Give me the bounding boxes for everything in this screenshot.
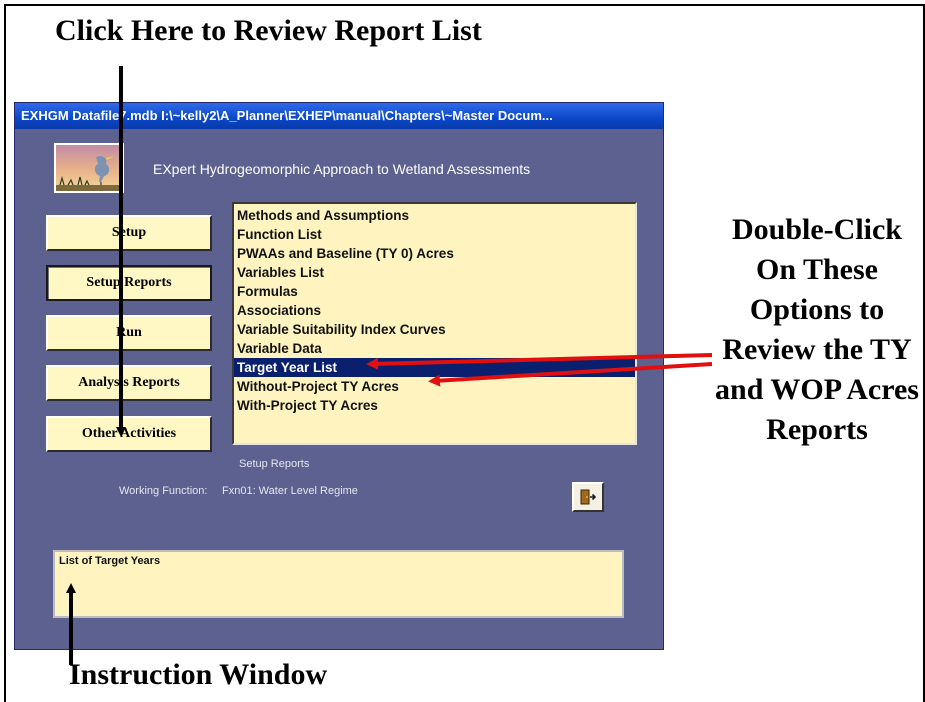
annotation-arrows (66, 66, 713, 665)
arrow-to-target-year-list (366, 353, 713, 370)
arrow-to-without-project-acres (428, 362, 713, 387)
